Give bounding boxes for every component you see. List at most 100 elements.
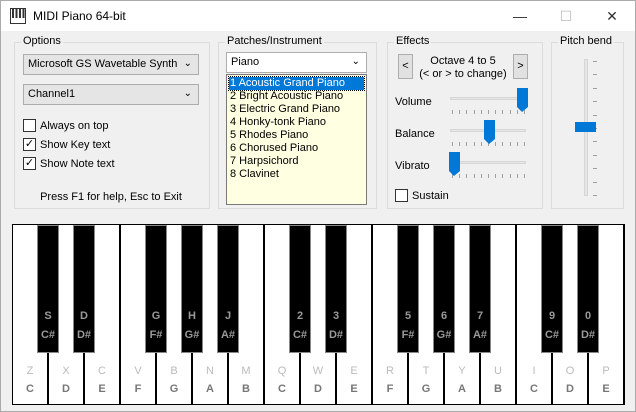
note-label: F (386, 383, 394, 395)
show-note-text-checkbox[interactable]: ✓ Show Note text (23, 157, 115, 170)
vibrato-slider-track[interactable] (450, 161, 526, 164)
key-label: G (151, 310, 161, 322)
key-label: 6 (440, 310, 448, 322)
title-bar: MIDI Piano 64-bit — ☐ ✕ (1, 1, 635, 31)
note-label: F# (401, 329, 415, 341)
note-label: C# (544, 329, 560, 341)
black-key[interactable]: 5 F# (397, 225, 419, 353)
octave-down-button[interactable]: < (398, 54, 413, 79)
device-select[interactable]: Microsoft GS Wavetable Synth ⌄ (23, 54, 199, 75)
slider-tick (466, 174, 467, 178)
key-label: V (134, 365, 142, 377)
maximize-button[interactable]: ☐ (543, 1, 589, 31)
maximize-icon: ☐ (559, 7, 573, 24)
octave-up-button[interactable]: > (513, 54, 528, 79)
instrument-list-item[interactable]: 5 Rhodes Piano (229, 129, 364, 142)
note-label: G (421, 383, 431, 395)
chevron-down-icon: ⌄ (351, 56, 360, 67)
instrument-list-item[interactable]: 8 Clavinet (229, 168, 364, 181)
slider-tick (452, 110, 453, 114)
close-button[interactable]: ✕ (589, 1, 635, 31)
key-label: P (602, 365, 610, 377)
black-key[interactable]: 0 D# (577, 225, 599, 353)
patches-title: Patches/Instrument (225, 35, 324, 47)
black-key[interactable]: J A# (217, 225, 239, 353)
key-label: W (312, 365, 324, 377)
show-note-text-label: Show Note text (40, 157, 115, 170)
note-label: A (206, 383, 214, 395)
slider-tick (481, 142, 482, 146)
key-label: B (170, 365, 178, 377)
black-key[interactable]: H G# (181, 225, 203, 353)
show-key-text-checkbox[interactable]: ✓ Show Key text (23, 138, 110, 151)
always-on-top-checkbox[interactable]: Always on top (23, 119, 108, 132)
black-key[interactable]: 2 C# (289, 225, 311, 353)
key-label: 9 (548, 310, 556, 322)
slider-tick (524, 174, 525, 178)
window-title: MIDI Piano 64-bit (33, 9, 126, 23)
instrument-group-select[interactable]: Piano ⌄ (226, 52, 367, 73)
checkbox-box (395, 189, 408, 202)
instrument-list-item[interactable]: 1 Acoustic Grand Piano (228, 76, 365, 91)
note-label: B (494, 383, 502, 395)
slider-tick (474, 110, 475, 114)
pitch-bend-tick (593, 154, 597, 156)
key-label: N (206, 365, 214, 377)
key-label: J (224, 310, 232, 322)
black-key[interactable]: 6 G# (433, 225, 455, 353)
note-label: D (62, 383, 70, 395)
black-key[interactable]: 3 D# (325, 225, 347, 353)
black-key[interactable]: D D# (73, 225, 95, 353)
note-label: D# (76, 329, 92, 341)
vibrato-ticks (452, 174, 526, 178)
instrument-list-item[interactable]: 4 Honky-tonk Piano (229, 116, 364, 129)
instrument-list-item[interactable]: 6 Chorused Piano (229, 142, 364, 155)
black-key[interactable]: 7 A# (469, 225, 491, 353)
device-value: Microsoft GS Wavetable Synth (28, 58, 178, 70)
key-label: 5 (404, 310, 412, 322)
slider-tick (495, 110, 496, 114)
piano-app-icon (10, 8, 26, 24)
minimize-button[interactable]: — (497, 1, 543, 31)
balance-slider-thumb[interactable] (484, 120, 495, 144)
volume-slider-thumb[interactable] (517, 88, 528, 112)
octave-display: Octave 4 to 5 (< or > to change) (417, 55, 509, 81)
note-label: E (602, 383, 610, 395)
pitch-bend-title: Pitch bend (558, 35, 614, 47)
instrument-list[interactable]: 1 Acoustic Grand Piano 2 Bright Acoustic … (226, 74, 367, 205)
note-label: A# (220, 329, 236, 341)
sustain-checkbox[interactable]: Sustain (395, 189, 449, 202)
volume-ticks (452, 110, 526, 114)
close-icon: ✕ (606, 7, 618, 24)
pitch-bend-thumb[interactable] (575, 122, 596, 132)
black-key[interactable]: G F# (145, 225, 167, 353)
vibrato-slider-thumb[interactable] (449, 152, 460, 176)
key-label: O (565, 365, 575, 377)
checkmark-icon: ✓ (23, 157, 36, 170)
pitch-bend-tick (593, 168, 597, 170)
pitch-bend-tick (593, 141, 597, 143)
octave-range: Octave 4 to 5 (430, 55, 496, 67)
key-label: 3 (332, 310, 340, 322)
instrument-list-item[interactable]: 7 Harpsichord (229, 155, 364, 168)
key-label: H (188, 310, 196, 322)
black-key[interactable]: 9 C# (541, 225, 563, 353)
slider-tick (474, 174, 475, 178)
instrument-list-item[interactable]: 3 Electric Grand Piano (229, 103, 364, 116)
note-label: C (530, 383, 538, 395)
show-key-text-label: Show Key text (40, 138, 111, 151)
note-label: E (98, 383, 106, 395)
key-label: S (44, 310, 52, 322)
key-label: 7 (476, 310, 484, 322)
channel-select[interactable]: Channel1 ⌄ (23, 84, 199, 105)
volume-slider-track[interactable] (450, 97, 526, 100)
instrument-list-item[interactable]: 2 Bright Acoustic Piano (229, 90, 364, 103)
slider-tick (510, 110, 511, 114)
slider-tick (517, 142, 518, 146)
slider-tick (481, 174, 482, 178)
chevron-down-icon: ⌄ (183, 88, 192, 99)
black-key[interactable]: S C# (37, 225, 59, 353)
key-label: E (350, 365, 358, 377)
slider-tick (502, 142, 503, 146)
note-label: G# (184, 329, 200, 341)
